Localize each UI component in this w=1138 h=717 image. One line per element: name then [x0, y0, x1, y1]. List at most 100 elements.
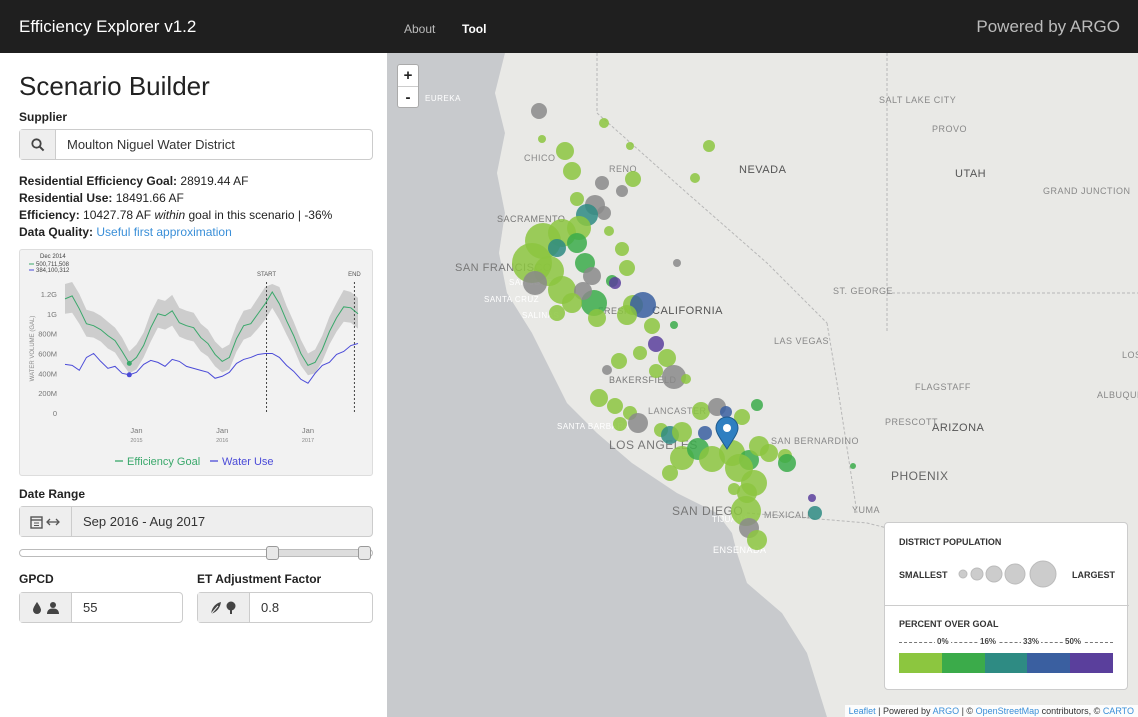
supplier-input[interactable]: Moulton Niguel Water District: [56, 130, 235, 159]
water-chart-svg: 0 200M 400M 600M 800M 1G 1.2G WATER VOLUME (GAL…: [29, 254, 361, 468]
nav-link-tool[interactable]: Tool: [462, 22, 486, 36]
district-circle[interactable]: [523, 271, 547, 295]
district-circle[interactable]: [538, 135, 546, 143]
district-circle[interactable]: [698, 426, 712, 440]
leaflet-link[interactable]: Leaflet: [849, 706, 876, 716]
district-circle[interactable]: [658, 349, 676, 367]
district-circle[interactable]: [747, 530, 767, 550]
slider-end-handle[interactable]: [358, 546, 372, 560]
x-tick-label-2: Jan: [302, 426, 314, 435]
quality-stat: Data Quality: Useful first approximation: [19, 225, 232, 239]
zoom-control: + -: [397, 64, 419, 108]
nav-link-about[interactable]: About: [404, 22, 435, 36]
map-label-las-vegas: LAS VEGAS: [774, 336, 829, 346]
powered-by-text: Powered by ARGO: [976, 17, 1120, 36]
slider-start-handle[interactable]: [265, 546, 279, 560]
map-label-chico: CHICO: [524, 153, 556, 163]
district-circle[interactable]: [649, 364, 663, 378]
district-circle[interactable]: [602, 365, 612, 375]
et-field[interactable]: 0.8: [197, 592, 373, 623]
y-tick-label-4: 800M: [38, 330, 57, 339]
osm-link[interactable]: OpenStreetMap: [976, 706, 1040, 716]
x-tick-year-0: 2015: [130, 438, 142, 444]
map-label-salt-lake-city: SALT LAKE CITY: [879, 95, 956, 105]
tooltip-point-goal: [126, 360, 132, 366]
district-circle[interactable]: [570, 192, 584, 206]
district-circle[interactable]: [548, 239, 566, 257]
district-circle[interactable]: [556, 142, 574, 160]
district-circle[interactable]: [615, 242, 629, 256]
district-circle[interactable]: [597, 206, 611, 220]
district-circle[interactable]: [644, 318, 660, 334]
district-circle[interactable]: [648, 336, 664, 352]
district-circle[interactable]: [720, 406, 732, 418]
district-circle[interactable]: [583, 267, 601, 285]
tooltip-use-value: 384,100,312: [36, 268, 70, 274]
district-circle[interactable]: [692, 402, 710, 420]
et-input[interactable]: 0.8: [250, 593, 279, 622]
district-circle[interactable]: [690, 173, 700, 183]
legend-smallest: SMALLEST: [899, 570, 948, 580]
quality-link[interactable]: Useful first approximation: [96, 225, 231, 239]
district-circle[interactable]: [590, 389, 608, 407]
district-circle[interactable]: [628, 413, 648, 433]
district-circle[interactable]: [672, 422, 692, 442]
district-circle[interactable]: [595, 176, 609, 190]
gpcd-input[interactable]: 55: [72, 593, 97, 622]
district-circle[interactable]: [619, 260, 635, 276]
district-circle[interactable]: [607, 398, 623, 414]
district-circle[interactable]: [681, 374, 691, 384]
district-circle[interactable]: [673, 259, 681, 267]
map-label-grand-junction: GRAND JUNCTION: [1043, 186, 1131, 196]
map-label-mexicali: MEXICALI: [764, 510, 810, 520]
district-circle[interactable]: [604, 226, 614, 236]
carto-link[interactable]: CARTO: [1103, 706, 1134, 716]
x-tick-label-0: Jan: [130, 426, 142, 435]
date-range-field[interactable]: Sep 2016 - Aug 2017: [19, 506, 373, 537]
district-circle[interactable]: [850, 463, 856, 469]
gpcd-field[interactable]: 55: [19, 592, 183, 623]
goal-stat: Residential Efficiency Goal: 28919.44 AF: [19, 174, 248, 188]
district-circle[interactable]: [760, 444, 778, 462]
district-circle[interactable]: [741, 470, 767, 496]
district-circle[interactable]: [808, 506, 822, 520]
district-circle[interactable]: [562, 293, 582, 313]
district-circle[interactable]: [808, 494, 816, 502]
legend-population-title: DISTRICT POPULATION: [899, 537, 1002, 547]
district-circle[interactable]: [728, 483, 740, 495]
map-attribution: Leaflet | Powered by ARGO | © OpenStreet…: [844, 705, 1138, 717]
zoom-out-button[interactable]: -: [398, 86, 418, 107]
district-circle[interactable]: [613, 417, 627, 431]
district-circle[interactable]: [588, 309, 606, 327]
district-circle[interactable]: [633, 346, 647, 360]
district-circle[interactable]: [778, 454, 796, 472]
argo-link[interactable]: ARGO: [933, 706, 960, 716]
map-label-flagstaff: FLAGSTAFF: [915, 382, 971, 392]
district-circle[interactable]: [611, 353, 627, 369]
district-circle[interactable]: [599, 118, 609, 128]
map-label-los: LOS: [1122, 350, 1138, 360]
supplier-search[interactable]: Moulton Niguel Water District: [19, 129, 373, 160]
attrib-powered: Powered by: [883, 706, 931, 716]
district-circle[interactable]: [617, 305, 637, 325]
district-circle[interactable]: [703, 140, 715, 152]
date-range-slider[interactable]: [19, 546, 373, 560]
district-circle[interactable]: [616, 185, 628, 197]
district-circle[interactable]: [662, 465, 678, 481]
app-brand[interactable]: Efficiency Explorer v1.2: [19, 17, 196, 37]
date-range-input[interactable]: Sep 2016 - Aug 2017: [72, 507, 206, 536]
district-circle[interactable]: [609, 277, 621, 289]
district-circle[interactable]: [751, 399, 763, 411]
district-circle[interactable]: [567, 233, 587, 253]
map-label-santa-cruz: SANTA CRUZ: [484, 295, 539, 304]
district-circle[interactable]: [625, 171, 641, 187]
district-map[interactable]: EUREKA SALT LAKE CITY PROVO CHICO RENO NEVADA…: [387, 53, 1138, 717]
legend-size-circles: [958, 560, 1057, 588]
map-label-san-bernardino: SAN BERNARDINO: [771, 436, 859, 446]
zoom-in-button[interactable]: +: [398, 65, 418, 86]
district-circle[interactable]: [626, 142, 634, 150]
district-circle[interactable]: [549, 305, 565, 321]
district-circle[interactable]: [531, 103, 547, 119]
district-circle[interactable]: [670, 321, 678, 329]
district-circle[interactable]: [563, 162, 581, 180]
